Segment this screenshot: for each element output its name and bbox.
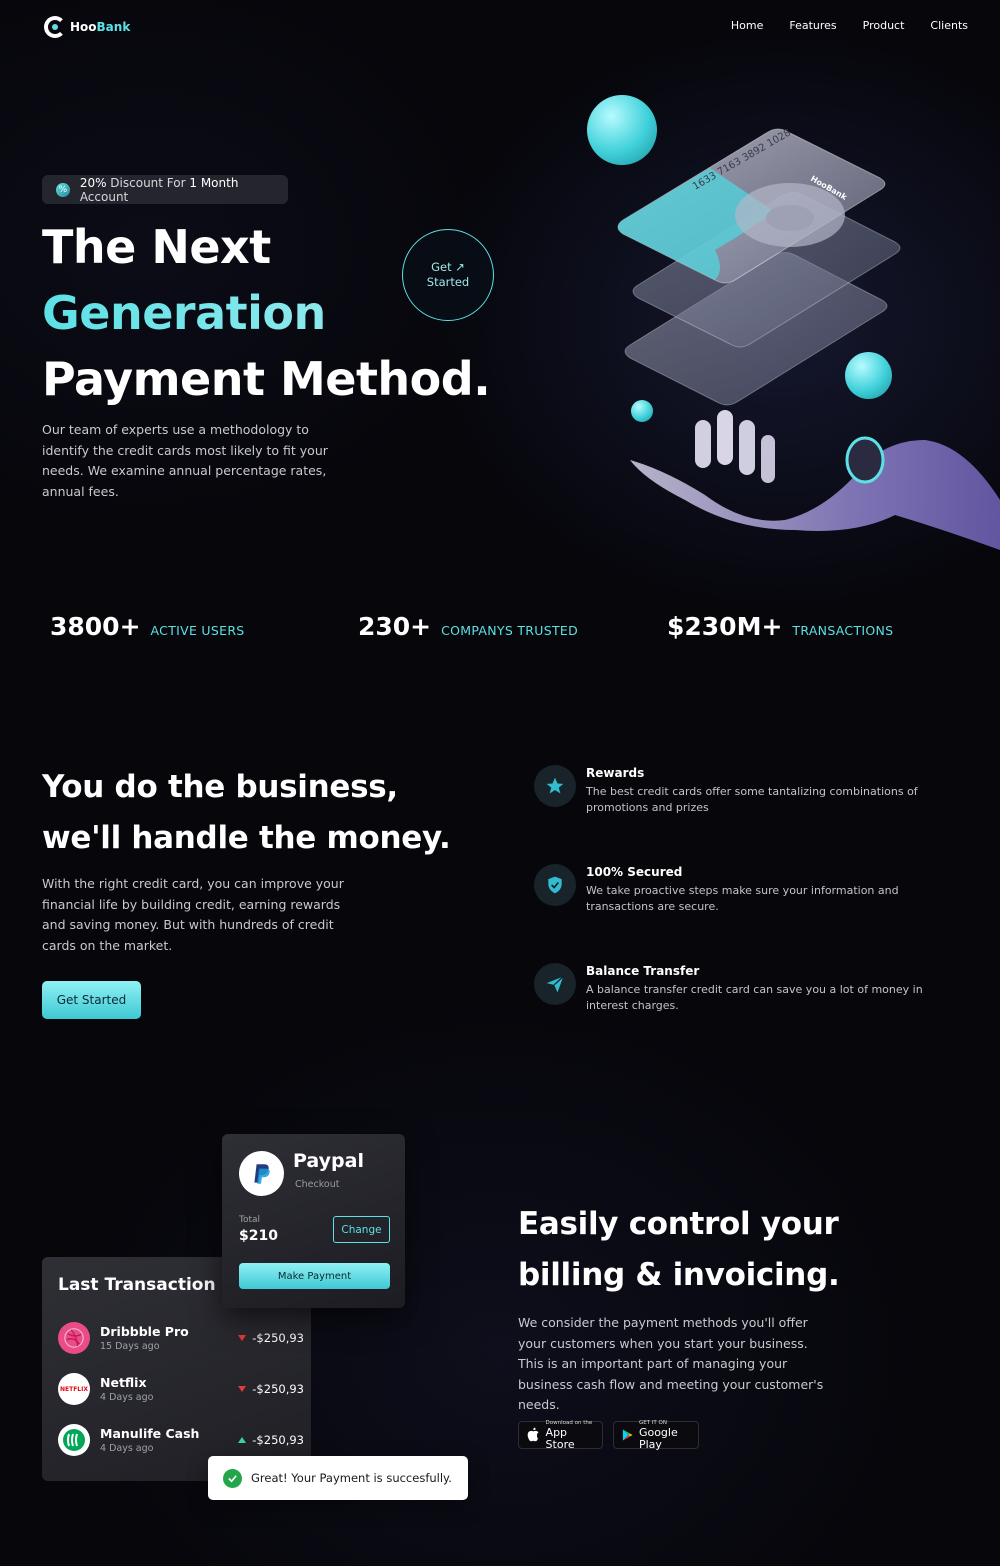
nav-item-home[interactable]: Home [731, 19, 763, 32]
transaction-date: 15 Days ago [100, 1341, 160, 1352]
change-button[interactable]: Change [333, 1216, 390, 1243]
stat-value: $230M+ [667, 612, 783, 641]
list-item[interactable]: Dribbble Pro 15 Days ago -$250,93 [58, 1322, 304, 1354]
business-title: You do the business, we'll handle the mo… [42, 762, 451, 864]
transaction-name: Netflix [100, 1375, 147, 1390]
app-store-button[interactable]: Download on the App Store [518, 1420, 603, 1451]
logo[interactable]: HooBank [44, 16, 130, 38]
transaction-title: Last Transaction [58, 1275, 216, 1295]
nav-item-clients[interactable]: Clients [930, 19, 968, 32]
googleplay-big-text: Google Play [638, 1425, 678, 1451]
paypal-title: Paypal [293, 1150, 364, 1172]
logo-icon [44, 16, 66, 38]
stat-value: 230+ [358, 612, 432, 641]
feature-balance-transfer: Balance Transfer A balance transfer cred… [534, 963, 964, 1014]
feature-secured: 100% Secured We take proactive steps mak… [534, 864, 964, 915]
make-payment-button[interactable]: Make Payment [239, 1263, 390, 1289]
feature-description: A balance transfer credit card can save … [586, 983, 923, 1012]
cta-line1: Get [431, 260, 452, 274]
get-started-button[interactable]: Get Started [42, 981, 141, 1019]
manulife-icon [58, 1424, 90, 1456]
star-icon [534, 765, 576, 807]
list-item[interactable]: NETFLIX Netflix 4 Days ago -$250,93 [58, 1373, 304, 1405]
transaction-amount: -$250,93 [252, 1331, 304, 1345]
business-title-line2: we'll handle the money. [42, 820, 451, 856]
feature-description: We take proactive steps make sure your i… [586, 884, 899, 913]
discount-text: 20% Discount For 1 Month Account [79, 175, 239, 204]
logo-text: HooBank [70, 20, 131, 34]
nav-item-product[interactable]: Product [863, 19, 905, 32]
google-play-button[interactable]: GET IT ON Google Play [613, 1420, 699, 1451]
stat-transactions: $230M+ TRANSACTIONS [667, 612, 893, 641]
robot-hand-illustration [630, 410, 1000, 550]
discount-badge: % 20% Discount For 1 Month Account [42, 175, 288, 204]
discount-icon: % [56, 182, 70, 197]
transaction-date: 4 Days ago [100, 1392, 154, 1403]
list-item[interactable]: Manulife Cash 4 Days ago -$250,93 [58, 1424, 304, 1456]
feature-description: The best credit cards offer some tantali… [586, 785, 918, 814]
paypal-logo-icon [239, 1151, 284, 1196]
netflix-icon: NETFLIX [58, 1373, 90, 1405]
transaction-name: Manulife Cash [100, 1426, 200, 1441]
billing-title-line1: Easily control your [518, 1206, 839, 1242]
google-play-icon [622, 1429, 633, 1441]
stat-active-users: 3800+ ACTIVE USERS [50, 612, 245, 641]
success-toast: Great! Your Payment is succesfully. [208, 1456, 468, 1500]
stat-label: COMPANYS TRUSTED [441, 623, 579, 638]
arrow-up-icon [238, 1437, 247, 1443]
arrow-up-right-icon: ↗ [455, 260, 465, 274]
feature-rewards: Rewards The best credit cards offer some… [534, 765, 964, 816]
stat-label: ACTIVE USERS [150, 623, 245, 638]
business-title-line1: You do the business, [42, 769, 398, 805]
credit-cards-illustration: 1633 7163 3892 1028 HooBank [617, 127, 901, 406]
appstore-big-text: App Store [545, 1425, 575, 1451]
hero-title-line3: Payment Method. [42, 352, 491, 406]
nav-item-features[interactable]: Features [789, 19, 836, 32]
feature-title: Balance Transfer [586, 964, 700, 978]
arrow-down-icon [238, 1335, 247, 1341]
feature-title: Rewards [586, 766, 645, 780]
main-nav: Home Features Product Clients [731, 19, 968, 32]
stat-label: TRANSACTIONS [792, 623, 894, 638]
transaction-date: 4 Days ago [100, 1443, 154, 1454]
business-description: With the right credit card, you can impr… [42, 876, 344, 953]
hero-description: Our team of experts use a methodology to… [42, 422, 328, 499]
toast-message: Great! Your Payment is succesfully. [251, 1471, 452, 1485]
total-value: $210 [239, 1228, 278, 1244]
stat-value: 3800+ [50, 612, 141, 641]
paypal-subtitle: Checkout [295, 1179, 340, 1190]
billing-title-line2: billing & invoicing. [518, 1257, 840, 1293]
billing-description: We consider the payment methods you'll o… [518, 1315, 824, 1412]
apple-icon [527, 1427, 539, 1442]
billing-title: Easily control your billing & invoicing. [518, 1199, 840, 1301]
stat-companies: 230+ COMPANYS TRUSTED [358, 612, 578, 641]
total-label: Total [239, 1215, 261, 1225]
feature-title: 100% Secured [586, 865, 683, 879]
dribbble-icon [58, 1322, 90, 1354]
shield-icon [534, 864, 576, 906]
get-started-circle-button[interactable]: Get ↗ Started [402, 229, 494, 321]
arrow-down-icon [238, 1386, 247, 1392]
check-icon [223, 1468, 242, 1488]
cta-line2: Started [426, 275, 470, 289]
send-icon [534, 963, 576, 1005]
paypal-checkout-card: Paypal Checkout Total $210 Change Make P… [222, 1134, 405, 1308]
transaction-amount: -$250,93 [252, 1433, 304, 1447]
transaction-name: Dribbble Pro [100, 1324, 189, 1339]
transaction-amount: -$250,93 [252, 1382, 304, 1396]
